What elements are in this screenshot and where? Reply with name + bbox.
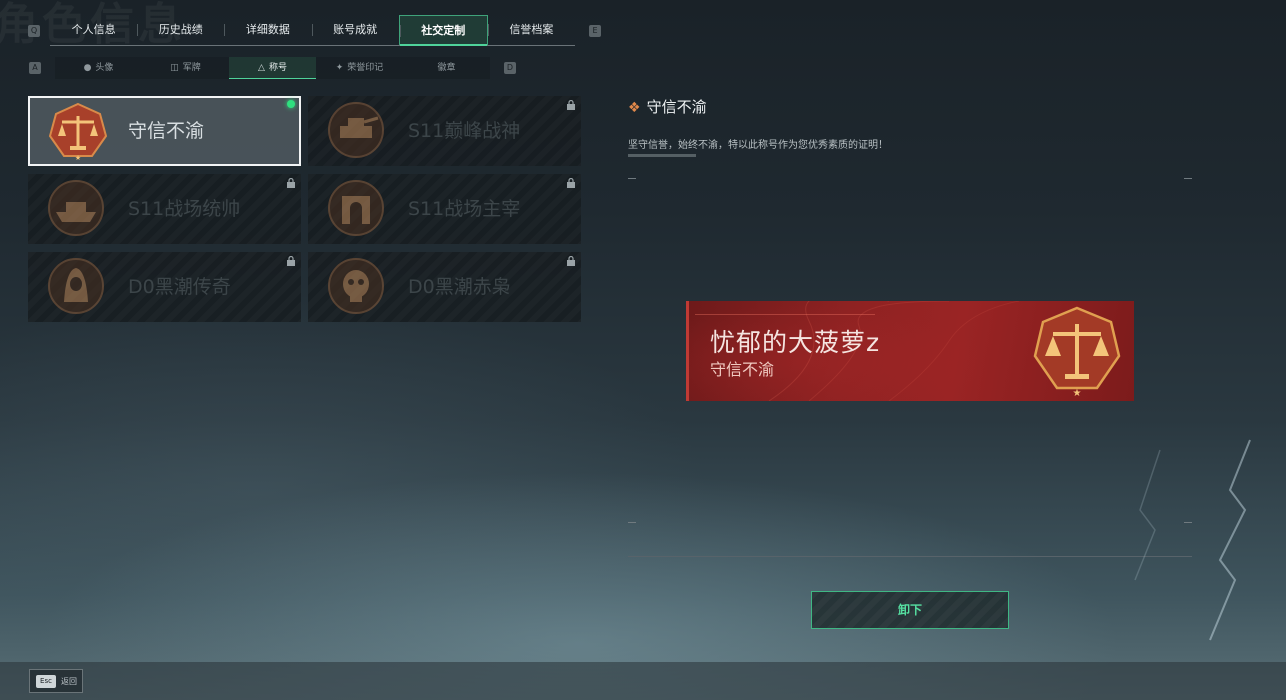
next-tab-keyhint: E <box>589 25 601 37</box>
back-button[interactable]: Esc 返回 <box>29 669 83 693</box>
next-subtab-keyhint: D <box>504 62 516 74</box>
title-card[interactable]: S11战场主宰 <box>308 174 581 244</box>
subtab-avatar-label: 头像 <box>95 63 114 73</box>
frame-corner <box>628 178 636 179</box>
subtab-honor-emblem[interactable]: ✦ 荣誉印记 <box>316 57 403 79</box>
tab-detailed-stats[interactable]: 详细数据 <box>224 15 311 45</box>
title-name: S11巅峰战神 <box>408 120 521 142</box>
title-card[interactable]: S11战场统帅 <box>28 174 301 244</box>
lock-icon <box>287 256 295 266</box>
title-name: 守信不渝 <box>128 120 205 142</box>
lock-icon <box>567 178 575 188</box>
subtab-emblem-label: 荣誉印记 <box>347 63 384 73</box>
title-card[interactable]: D0黑潮赤枭 <box>308 252 581 322</box>
tab-reputation[interactable]: 信誉档案 <box>487 15 575 45</box>
subtab-dogtag[interactable]: ◫ 军牌 <box>142 57 229 79</box>
unequip-button[interactable]: 卸下 <box>811 591 1009 629</box>
footer-bar <box>0 662 1286 700</box>
esc-key-hint: Esc <box>36 675 56 688</box>
equipped-indicator <box>287 100 295 108</box>
subtab-badge[interactable]: 徽章 <box>403 57 490 79</box>
title-name: D0黑潮传奇 <box>128 276 231 298</box>
frame-corner <box>628 522 636 523</box>
detail-title: ❖ 守信不渝 <box>628 96 707 117</box>
tab-history[interactable]: 历史战绩 <box>137 15 224 45</box>
skull-medal-icon <box>328 258 384 314</box>
lock-icon <box>567 100 575 110</box>
lock-icon <box>567 256 575 266</box>
title-icon: △ <box>258 63 265 73</box>
svg-text:★: ★ <box>1073 388 1082 398</box>
svg-text:★: ★ <box>75 154 81 162</box>
title-name: S11战场统帅 <box>128 198 241 220</box>
top-tab-bar: 个人信息 历史战绩 详细数据 账号成就 社交定制 信誉档案 <box>50 15 575 46</box>
title-card[interactable]: ★ 守信不渝 <box>28 96 301 166</box>
subtab-title[interactable]: △ 称号 <box>229 57 316 79</box>
subtab-title-label: 称号 <box>268 63 287 73</box>
ship-medal-icon <box>48 180 104 236</box>
detail-title-text: 守信不渝 <box>646 98 707 116</box>
tank-medal-icon <box>328 102 384 158</box>
title-card[interactable]: D0黑潮传奇 <box>28 252 301 322</box>
hooded-medal-icon <box>48 258 104 314</box>
back-label: 返回 <box>61 677 77 686</box>
prev-tab-keyhint: Q <box>28 25 40 37</box>
scales-medal-icon: ★ <box>48 102 108 162</box>
subtab-badge-label: 徽章 <box>437 63 456 73</box>
dogtag-icon: ◫ <box>170 63 179 73</box>
prev-subtab-keyhint: A <box>29 62 41 74</box>
tab-social-custom[interactable]: 社交定制 <box>398 15 488 46</box>
lightning-decoration <box>1134 439 1251 641</box>
sub-tab-bar: ● 头像 ◫ 军牌 △ 称号 ✦ 荣誉印记 徽章 <box>55 57 490 79</box>
title-preview-banner: 忧郁的大菠萝z 守信不渝 ★ <box>686 301 1134 401</box>
detail-description: 坚守信誉，始终不渝，特以此称号作为您优秀素质的证明！ <box>628 140 888 151</box>
subtab-avatar[interactable]: ● 头像 <box>55 57 142 79</box>
title-name: S11战场主宰 <box>408 198 521 220</box>
subtab-dogtag-label: 军牌 <box>182 63 201 73</box>
arch-medal-icon <box>328 180 384 236</box>
description-underline <box>628 154 696 157</box>
lock-icon <box>287 178 295 188</box>
diamond-icon: ❖ <box>628 100 641 116</box>
title-name: D0黑潮赤枭 <box>408 276 511 298</box>
tab-achievements[interactable]: 账号成就 <box>311 15 399 45</box>
title-card[interactable]: S11巅峰战神 <box>308 96 581 166</box>
player-name: 忧郁的大菠萝z <box>710 328 881 357</box>
person-icon: ● <box>83 63 92 73</box>
scales-medal-icon: ★ <box>1033 306 1121 398</box>
tab-personal-info[interactable]: 个人信息 <box>50 15 137 45</box>
frame-corner <box>1184 178 1192 179</box>
banner-title: 守信不渝 <box>710 360 775 379</box>
emblem-icon: ✦ <box>335 63 344 73</box>
